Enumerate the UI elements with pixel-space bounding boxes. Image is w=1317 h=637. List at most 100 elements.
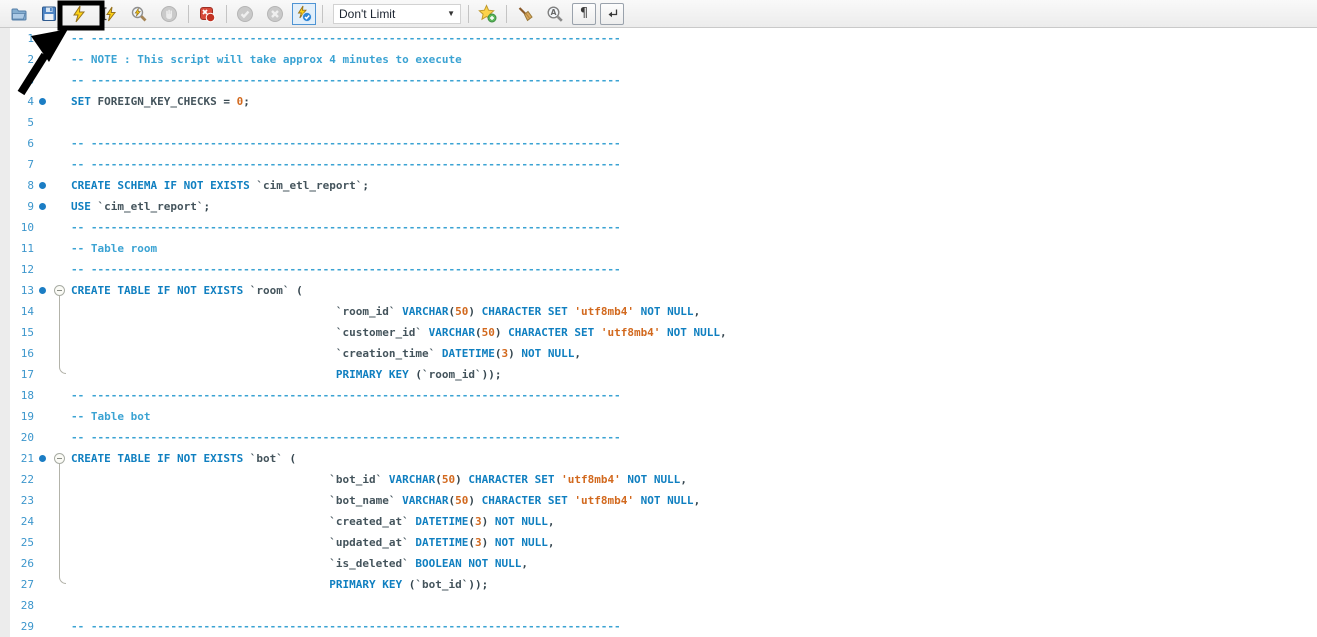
- code-segment: NOT NULL: [495, 515, 548, 528]
- code-line: 19-- Table bot: [0, 406, 1317, 427]
- code-segment: ): [468, 305, 481, 318]
- code-segment: `room_id`: [336, 305, 402, 318]
- code-segment: 'utf8mb4': [561, 473, 621, 486]
- code-text: USE `cim_etl_report`;: [71, 200, 1317, 213]
- code-segment: DATETIME: [415, 536, 468, 549]
- code-text: -- -------------------------------------…: [71, 431, 1317, 444]
- code-segment: NOT NULL: [521, 347, 574, 360]
- code-line: 26 `is_deleted` BOOLEAN NOT NULL,: [0, 553, 1317, 574]
- code-text: CREATE SCHEMA IF NOT EXISTS `cim_etl_rep…: [71, 179, 1317, 192]
- code-segment: ,: [548, 515, 555, 528]
- explain-plan-button[interactable]: [126, 2, 152, 26]
- fold-column: [48, 453, 71, 464]
- stop-hand-icon-disabled: [160, 5, 178, 23]
- indentation: [71, 326, 336, 339]
- find-panel-button[interactable]: A: [542, 2, 568, 26]
- code-segment: CREATE TABLE IF NOT EXISTS: [71, 452, 243, 465]
- indentation: [71, 578, 329, 591]
- sql-code-editor[interactable]: 1-- ------------------------------------…: [0, 28, 1317, 637]
- stop-execution-button: [156, 2, 182, 26]
- code-segment: -- -------------------------------------…: [71, 74, 621, 87]
- code-segment: ,: [548, 536, 555, 549]
- row-limit-value: Don't Limit: [339, 7, 395, 21]
- code-text: PRIMARY KEY (`room_id`));: [71, 368, 1317, 381]
- code-line: 24 `created_at` DATETIME(3) NOT NULL,: [0, 511, 1317, 532]
- statement-marker-column: [34, 203, 48, 210]
- autocommit-lightning-check-icon: [295, 5, 313, 23]
- toggle-autocommit-button[interactable]: [292, 3, 316, 25]
- code-text: `is_deleted` BOOLEAN NOT NULL,: [71, 557, 1317, 570]
- toolbar-separator: [226, 5, 227, 23]
- code-segment: 3: [475, 536, 482, 549]
- fold-guide-line: [59, 464, 66, 584]
- code-text: CREATE TABLE IF NOT EXISTS `bot` (: [71, 452, 1317, 465]
- code-segment: ));: [468, 578, 488, 591]
- code-line: 11-- Table room: [0, 238, 1317, 259]
- code-segment: `bot`: [243, 452, 289, 465]
- row-limit-dropdown[interactable]: Don't Limit ▼: [333, 4, 461, 24]
- code-line: 1-- ------------------------------------…: [0, 28, 1317, 49]
- code-segment: -- -------------------------------------…: [71, 389, 621, 402]
- save-script-button[interactable]: [36, 2, 62, 26]
- execute-current-statement-button[interactable]: [96, 2, 122, 26]
- fold-guide-line: [59, 296, 66, 374]
- code-segment: -- Table room: [71, 242, 157, 255]
- code-segment: VARCHAR: [429, 326, 475, 339]
- code-line: 7-- ------------------------------------…: [0, 154, 1317, 175]
- code-segment: CHARACTER SET: [482, 305, 575, 318]
- code-segment: NOT NULL: [634, 494, 694, 507]
- code-segment: 'utf8mb4': [574, 305, 634, 318]
- code-segment: `bot_name`: [329, 494, 402, 507]
- open-script-button[interactable]: [6, 2, 32, 26]
- save-floppy-icon: [40, 5, 58, 23]
- execute-script-button[interactable]: [66, 2, 92, 26]
- code-segment: 'utf8mb4': [601, 326, 661, 339]
- code-text: -- -------------------------------------…: [71, 221, 1317, 234]
- code-segment: BOOLEAN NOT NULL: [415, 557, 521, 570]
- fold-collapse-icon[interactable]: [54, 285, 65, 296]
- code-line: 5: [0, 112, 1317, 133]
- code-segment: 3: [475, 515, 482, 528]
- toggle-stop-on-error-button[interactable]: [194, 2, 220, 26]
- code-line: 17 PRIMARY KEY (`room_id`));: [0, 364, 1317, 385]
- code-text: CREATE TABLE IF NOT EXISTS `room` (: [71, 284, 1317, 297]
- code-line: 3-- ------------------------------------…: [0, 70, 1317, 91]
- save-snippet-button[interactable]: [474, 2, 500, 26]
- code-segment: `bot_id`: [329, 473, 389, 486]
- execute-lightning-icon: [70, 5, 88, 23]
- toolbar-separator: [468, 5, 469, 23]
- code-segment: NOT NULL: [634, 305, 694, 318]
- code-line: 2-- NOTE : This script will take approx …: [0, 49, 1317, 70]
- show-invisible-characters-button[interactable]: ¶: [572, 3, 596, 25]
- code-text: -- -------------------------------------…: [71, 158, 1317, 171]
- code-segment: ,: [574, 347, 581, 360]
- code-segment: ): [508, 347, 521, 360]
- beautify-script-button[interactable]: [512, 2, 538, 26]
- code-segment: ,: [680, 473, 687, 486]
- indentation: [71, 473, 329, 486]
- commit-button: [232, 2, 258, 26]
- code-segment: 50: [455, 305, 468, 318]
- code-text: PRIMARY KEY (`bot_id`));: [71, 578, 1317, 591]
- code-segment: FOREIGN_KEY_CHECKS: [91, 95, 223, 108]
- code-segment: -- -------------------------------------…: [71, 32, 621, 45]
- code-text: `created_at` DATETIME(3) NOT NULL,: [71, 515, 1317, 528]
- code-segment: ;: [203, 200, 210, 213]
- code-segment: ): [482, 536, 495, 549]
- code-line: 12-- -----------------------------------…: [0, 259, 1317, 280]
- code-text: `updated_at` DATETIME(3) NOT NULL,: [71, 536, 1317, 549]
- code-segment: `bot_id`: [415, 578, 468, 591]
- code-text: -- Table bot: [71, 410, 1317, 423]
- star-plus-icon: [478, 4, 497, 23]
- toggle-word-wrap-button[interactable]: [600, 3, 624, 25]
- code-line: 10-- -----------------------------------…: [0, 217, 1317, 238]
- code-segment: ): [495, 326, 508, 339]
- code-segment: -- -------------------------------------…: [71, 431, 621, 444]
- svg-text:A: A: [551, 8, 557, 17]
- statement-bullet-icon: [39, 182, 46, 189]
- code-segment: ): [482, 515, 495, 528]
- statement-marker-column: [34, 287, 48, 294]
- fold-collapse-icon[interactable]: [54, 453, 65, 464]
- code-line: 13CREATE TABLE IF NOT EXISTS `room` (: [0, 280, 1317, 301]
- toolbar-separator: [188, 5, 189, 23]
